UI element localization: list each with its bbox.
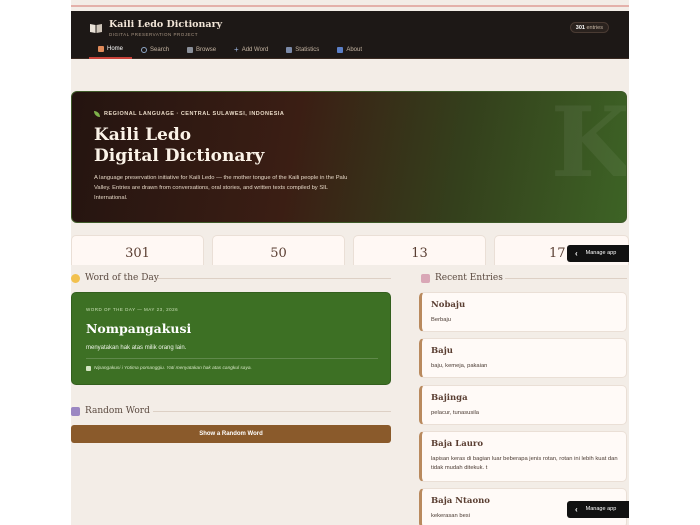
book-icon	[90, 24, 102, 33]
main-nav: Home Search Browse + Add Word Statistics…	[89, 41, 371, 59]
nav-search-label: Search	[150, 47, 170, 53]
nav-about-label: About	[346, 47, 362, 53]
recent-entry[interactable]: Baja Lauro lapisan keras di bagian luar …	[419, 431, 627, 482]
browse-icon	[187, 47, 194, 53]
hero-title-line2: Digital Dictionary	[94, 146, 265, 166]
chevron-left-icon: ‹	[575, 249, 578, 258]
entry-definition: lapisan keras di bagian luar beberapa je…	[431, 456, 618, 471]
chevron-left-icon: ‹	[575, 505, 578, 514]
word-of-day-definition: menyatakan hak atas milik orang lain.	[86, 345, 187, 351]
hero-banner: K REGIONAL LANGUAGE · CENTRAL SULAWESI, …	[71, 91, 627, 223]
random-word-heading: Random Word	[71, 406, 150, 416]
manage-app-label: Manage app	[585, 250, 617, 256]
plus-icon: +	[234, 45, 239, 54]
note-icon	[86, 366, 91, 371]
section-divider	[505, 278, 627, 279]
random-word-title: Random Word	[85, 406, 150, 416]
stat-card: 13	[353, 235, 486, 265]
app-header: Kaili Ledo Dictionary DIGITAL PRESERVATI…	[71, 11, 629, 59]
home-icon	[98, 46, 104, 52]
nav-home[interactable]: Home	[89, 41, 133, 59]
section-divider	[157, 278, 391, 279]
entries-count: 301	[575, 25, 585, 31]
search-icon	[141, 47, 148, 53]
show-random-word-button[interactable]: Show a Random Word	[71, 425, 391, 443]
word-of-day-heading: Word of the Day	[71, 273, 159, 283]
recent-entry[interactable]: Baju baju, kemeja, pakaian	[419, 338, 627, 378]
word-of-day-example-text: Nipangakusi i Yotima pomanggiu. Yati men…	[94, 366, 252, 371]
word-of-day-title: Word of the Day	[85, 273, 159, 283]
info-icon	[337, 47, 344, 53]
recent-entry[interactable]: Bajinga pelacur, tunasusila	[419, 385, 627, 425]
word-of-day-label: WORD OF THE DAY — MAY 23, 2026	[86, 307, 179, 312]
word-of-day-word: Nompangakusi	[86, 321, 192, 336]
hero-tag: REGIONAL LANGUAGE · CENTRAL SULAWESI, IN…	[94, 111, 284, 117]
manage-app-button[interactable]: ‹ Manage app	[567, 245, 629, 262]
app-title: Kaili Ledo Dictionary	[109, 19, 223, 30]
entry-word: Bajinga	[431, 393, 468, 403]
entry-word: Nobaju	[431, 300, 466, 310]
manage-app-button[interactable]: ‹ Manage app	[567, 501, 629, 518]
app-subtitle: DIGITAL PRESERVATION PROJECT	[109, 32, 199, 37]
top-accent-line	[71, 5, 629, 7]
nav-statistics-label: Statistics	[295, 47, 320, 53]
manage-app-label: Manage app	[585, 506, 617, 512]
entry-word: Baja Lauro	[431, 439, 484, 449]
entry-word: Baju	[431, 346, 453, 356]
nav-about[interactable]: About	[328, 41, 371, 59]
word-of-day-card[interactable]: WORD OF THE DAY — MAY 23, 2026 Nompangak…	[71, 292, 391, 385]
entry-definition: baju, kemeja, pakaian	[431, 363, 488, 369]
entry-definition: Berbaju	[431, 317, 451, 323]
nav-add-word[interactable]: + Add Word	[225, 41, 277, 59]
recent-entry[interactable]: Nobaju Berbaju	[419, 292, 627, 332]
page: Kaili Ledo Dictionary DIGITAL PRESERVATI…	[71, 0, 629, 525]
chart-icon	[286, 47, 293, 53]
recent-entries-heading: Recent Entries	[421, 273, 503, 283]
word-of-day-example: Nipangakusi i Yotima pomanggiu. Yati men…	[86, 366, 252, 371]
section-divider	[153, 411, 391, 412]
stat-card: 50	[212, 235, 345, 265]
sparkle-icon	[71, 273, 80, 283]
nav-browse-label: Browse	[196, 47, 217, 53]
nav-statistics[interactable]: Statistics	[277, 41, 328, 59]
nav-search[interactable]: Search	[132, 41, 178, 59]
hero-watermark: K	[550, 91, 627, 199]
hero-title-line1: Kaili Ledo	[94, 125, 192, 145]
dice-icon	[71, 406, 80, 416]
entries-label: entries	[586, 25, 603, 31]
word-of-day-divider	[86, 358, 378, 359]
nav-add-word-label: Add Word	[241, 47, 269, 53]
hero-description: A language preservation initiative for K…	[94, 175, 348, 201]
entries-count-badge: 301 entries	[569, 22, 609, 33]
entry-definition: pelacur, tunasusila	[431, 410, 480, 416]
leaf-icon	[94, 111, 100, 117]
nav-home-label: Home	[107, 46, 124, 52]
nav-browse[interactable]: Browse	[178, 41, 225, 59]
recent-entries-title: Recent Entries	[435, 273, 503, 283]
hero-title: Kaili Ledo Digital Dictionary	[94, 125, 264, 167]
stat-card: 301	[71, 235, 204, 265]
notebook-icon	[421, 273, 430, 283]
brand[interactable]: Kaili Ledo Dictionary DIGITAL PRESERVATI…	[89, 19, 222, 37]
hero-tag-text: REGIONAL LANGUAGE · CENTRAL SULAWESI, IN…	[104, 111, 285, 117]
